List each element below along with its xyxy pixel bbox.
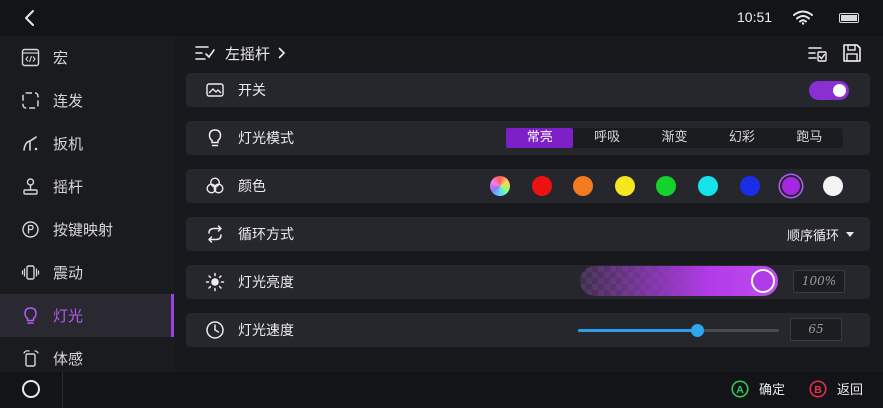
- switch-row: 开关: [186, 73, 870, 107]
- image-toggle-icon: [206, 83, 224, 97]
- switch-label: 开关: [238, 83, 266, 99]
- clock: 10:51: [737, 9, 773, 25]
- loop-mode-dropdown[interactable]: 顺序循环: [787, 225, 854, 244]
- light-switch-toggle[interactable]: [809, 81, 849, 100]
- mode-option-breathing[interactable]: 呼吸: [573, 128, 640, 148]
- sidebar-item-turbo[interactable]: 连发: [0, 79, 174, 122]
- loop-mode-value: 顺序循环: [786, 229, 839, 244]
- clock-icon: [206, 321, 224, 339]
- sidebar-item-trigger[interactable]: 扳机: [0, 122, 174, 165]
- color-row: 颜色: [186, 169, 870, 203]
- color-swatch[interactable]: [490, 176, 510, 196]
- svg-text:A: A: [736, 384, 744, 396]
- color-swatch[interactable]: [740, 176, 760, 196]
- color-label: 颜色: [238, 179, 266, 195]
- bulb-icon: [20, 306, 40, 326]
- speed-value-box[interactable]: 65: [790, 318, 842, 341]
- joystick-icon: [20, 177, 40, 197]
- sidebar-item-label: 按键映射: [53, 221, 114, 239]
- speed-slider-thumb[interactable]: [690, 324, 704, 337]
- speed-slider-fill: [578, 329, 697, 332]
- svg-text:B: B: [814, 384, 822, 396]
- sidebar-item-label: 灯光: [53, 307, 84, 325]
- motion-sensing-icon: [20, 349, 40, 369]
- sidebar-item-label: 宏: [53, 49, 69, 67]
- sidebar-item-joystick[interactable]: 摇杆: [0, 165, 174, 208]
- caret-down-icon: [846, 232, 854, 237]
- color-swatch[interactable]: [656, 176, 676, 196]
- b-button-icon: B: [809, 379, 827, 398]
- bottom-bar: A 确定 B 返回: [0, 372, 883, 408]
- repeat-fire-icon: [20, 91, 40, 111]
- sidebar-item-vibration[interactable]: 震动: [0, 251, 174, 294]
- color-swatch[interactable]: [573, 176, 593, 196]
- back-label: 返回: [837, 383, 864, 398]
- back-hint[interactable]: B 返回: [809, 379, 863, 398]
- light-mode-segmented-control: 常亮 呼吸 渐变 幻彩 跑马: [506, 128, 843, 148]
- divider: [62, 372, 63, 408]
- trigger-icon: [20, 134, 40, 154]
- sidebar-item-label: 扳机: [53, 135, 84, 153]
- vibration-icon: [20, 263, 40, 283]
- macro-code-icon: [20, 48, 40, 68]
- confirm-label: 确定: [759, 383, 786, 398]
- sun-icon: [205, 272, 225, 292]
- loop-mode-label: 循环方式: [238, 227, 294, 243]
- checklist-edit-icon: [195, 46, 215, 60]
- confirm-hint[interactable]: A 确定: [731, 379, 785, 398]
- color-swatch[interactable]: [823, 176, 843, 196]
- brightness-value-box[interactable]: 100%: [793, 270, 845, 293]
- loop-arrows-icon: [208, 225, 222, 243]
- speed-slider[interactable]: [578, 324, 779, 337]
- battery-icon: [839, 13, 859, 23]
- mode-option-gradient[interactable]: 渐变: [641, 128, 708, 148]
- apply-config-icon[interactable]: [806, 42, 828, 64]
- sidebar-item-label: 连发: [53, 92, 84, 110]
- sidebar-item-label: 震动: [53, 264, 84, 282]
- sidebar-item-lighting[interactable]: 灯光: [0, 294, 174, 337]
- key-mapping-icon: [20, 220, 40, 240]
- breadcrumb[interactable]: 左摇杆: [194, 41, 286, 65]
- a-button-icon: A: [731, 379, 749, 398]
- sidebar-item-label: 摇杆: [53, 178, 84, 196]
- brightness-slider-fill: [580, 266, 778, 296]
- speed-row: 灯光速度 65: [186, 313, 870, 347]
- sidebar-item-key-mapping[interactable]: 按键映射: [0, 208, 174, 251]
- color-swatch[interactable]: [782, 177, 800, 195]
- chevron-right-icon: [278, 47, 286, 59]
- color-swatch[interactable]: [532, 176, 552, 196]
- sidebar: 宏 连发 扳机 摇杆 按键映射 震动 灯光 体感: [0, 36, 174, 372]
- sidebar-item-label: 体感: [53, 350, 84, 368]
- color-swatch[interactable]: [615, 176, 635, 196]
- brightness-row: 灯光亮度 100%: [186, 265, 870, 299]
- brightness-label: 灯光亮度: [238, 275, 294, 291]
- light-mode-row: 灯光模式 常亮 呼吸 渐变 幻彩 跑马: [186, 121, 870, 155]
- status-bar: 10:51: [0, 0, 883, 36]
- light-mode-label: 灯光模式: [238, 131, 294, 147]
- mode-option-steady[interactable]: 常亮: [506, 128, 574, 148]
- home-circle-icon[interactable]: [22, 380, 40, 398]
- speed-label: 灯光速度: [238, 323, 294, 339]
- color-swatch[interactable]: [698, 176, 718, 196]
- save-icon[interactable]: [841, 42, 863, 64]
- mode-option-rainbow[interactable]: 幻彩: [708, 128, 775, 148]
- loop-mode-row: 循环方式 顺序循环: [186, 217, 870, 251]
- breadcrumb-label: 左摇杆: [225, 44, 271, 63]
- brightness-slider[interactable]: [580, 266, 778, 296]
- mode-option-marquee[interactable]: 跑马: [776, 128, 843, 148]
- sidebar-item-motion[interactable]: 体感: [0, 337, 174, 372]
- back-arrow-icon[interactable]: [18, 6, 42, 30]
- main-panel: 左摇杆 开关 灯光模式 常亮 呼吸 渐变 幻彩 跑马 颜色 循环方式 顺序循环 …: [174, 36, 883, 372]
- lightbulb-icon: [208, 129, 222, 147]
- color-circles-icon: [206, 177, 224, 194]
- sidebar-item-macro[interactable]: 宏: [0, 36, 174, 79]
- wifi-icon: [793, 10, 813, 25]
- brightness-slider-thumb[interactable]: [751, 269, 775, 293]
